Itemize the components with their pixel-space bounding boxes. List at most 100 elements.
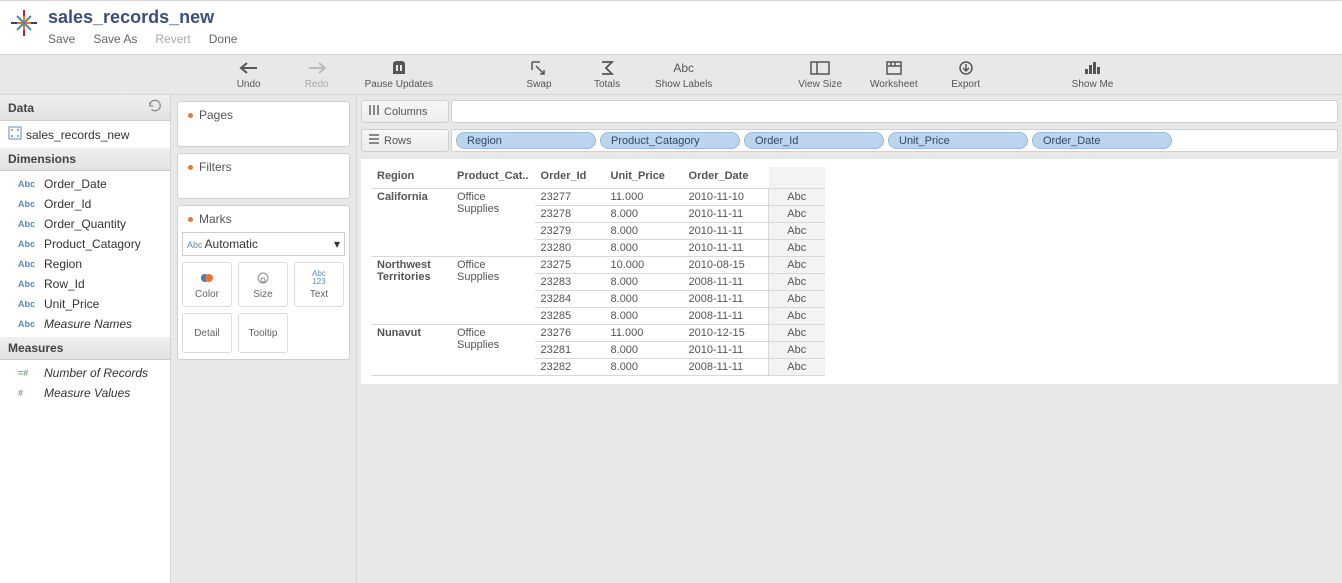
order-id-cell: 23282 <box>535 359 605 376</box>
rows-shelf[interactable]: RegionProduct_CatagoryOrder_IdUnit_Price… <box>451 129 1338 152</box>
cards-pane: Pages Filters Marks AbcAutomatic ▾ Color… <box>171 95 357 583</box>
order-id-cell: 23276 <box>535 325 605 342</box>
filters-shelf[interactable] <box>178 180 349 198</box>
columns-shelf-label: Columns <box>361 100 449 123</box>
order-date-cell: 2010-12-15 <box>683 325 769 342</box>
worksheet-icon <box>886 59 902 77</box>
pill-region[interactable]: Region <box>456 132 596 149</box>
totals-button[interactable]: Totals <box>587 59 627 90</box>
category-cell: Office Supplies <box>451 325 535 376</box>
dimensions-header: Dimensions <box>0 148 170 171</box>
marks-text[interactable]: Abc123Text <box>294 262 344 307</box>
pill-order_id[interactable]: Order_Id <box>744 132 884 149</box>
measure-number-of-records[interactable]: =#Number of Records <box>0 363 170 383</box>
region-cell: Nunavut <box>371 325 451 376</box>
totals-icon <box>600 59 614 77</box>
abc-cell: Abc <box>769 223 825 240</box>
marks-detail[interactable]: Detail <box>182 313 232 353</box>
show-labels-button[interactable]: AbcShow Labels <box>655 59 712 90</box>
undo-icon <box>239 59 259 77</box>
order-id-cell: 23283 <box>535 274 605 291</box>
bullet-icon <box>188 165 193 170</box>
unit-price-cell: 11.000 <box>605 189 683 206</box>
worksheet-button[interactable]: Worksheet <box>870 59 918 90</box>
order-id-cell: 23275 <box>535 257 605 274</box>
dimension-unit_price[interactable]: AbcUnit_Price <box>0 294 170 314</box>
menu-revert[interactable]: Revert <box>155 32 190 46</box>
marks-tooltip[interactable]: Tooltip <box>238 313 288 353</box>
order-date-cell: 2010-11-11 <box>683 223 769 240</box>
abc-cell: Abc <box>769 359 825 376</box>
dimension-measure-names[interactable]: AbcMeasure Names <box>0 314 170 334</box>
text-icon: Abc123 <box>312 270 326 286</box>
order-date-cell: 2010-11-11 <box>683 342 769 359</box>
dimension-row_id[interactable]: AbcRow_Id <box>0 274 170 294</box>
show-me-icon <box>1084 59 1102 77</box>
order-date-cell: 2008-11-11 <box>683 291 769 308</box>
dimension-order_date[interactable]: AbcOrder_Date <box>0 174 170 194</box>
abc-cell: Abc <box>769 189 825 206</box>
worksheet-area: Columns Rows RegionProduct_CatagoryOrder… <box>357 95 1342 583</box>
view-size-button[interactable]: View Size <box>798 59 842 90</box>
view-size-icon <box>810 59 830 77</box>
columns-icon <box>369 105 379 118</box>
unit-price-cell: 10.000 <box>605 257 683 274</box>
rows-icon <box>369 134 379 147</box>
swap-icon <box>530 59 548 77</box>
marks-size[interactable]: Size <box>238 262 288 307</box>
chevron-down-icon: ▾ <box>334 237 340 251</box>
columns-shelf[interactable] <box>451 100 1338 123</box>
rows-shelf-label: Rows <box>361 129 449 152</box>
measures-header: Measures <box>0 337 170 360</box>
region-cell: California <box>371 189 451 257</box>
abc-cell: Abc <box>769 342 825 359</box>
order-date-cell: 2010-11-11 <box>683 206 769 223</box>
pause-updates-button[interactable]: Pause Updates <box>365 59 433 90</box>
redo-button[interactable]: Redo <box>297 59 337 90</box>
export-button[interactable]: Export <box>946 59 986 90</box>
menu-save-as[interactable]: Save As <box>93 32 137 46</box>
tableau-logo-icon <box>10 9 38 40</box>
data-table: RegionProduct_Cat..Order_IdUnit_PriceOrd… <box>371 167 825 376</box>
dimension-region[interactable]: AbcRegion <box>0 254 170 274</box>
show-me-button[interactable]: Show Me <box>1072 59 1114 90</box>
pill-product_catagory[interactable]: Product_Catagory <box>600 132 740 149</box>
order-date-cell: 2010-08-15 <box>683 257 769 274</box>
measure-measure-values[interactable]: #Measure Values <box>0 383 170 403</box>
undo-button[interactable]: Undo <box>229 59 269 90</box>
marks-color[interactable]: Color <box>182 262 232 307</box>
pages-card: Pages <box>177 101 350 147</box>
region-cell: Northwest Territories <box>371 257 451 325</box>
datasource-item[interactable]: sales_records_new <box>0 121 170 148</box>
redo-icon <box>307 59 327 77</box>
abc-cell: Abc <box>769 325 825 342</box>
pill-unit_price[interactable]: Unit_Price <box>888 132 1028 149</box>
dimension-product_catagory[interactable]: AbcProduct_Catagory <box>0 234 170 254</box>
menu-save[interactable]: Save <box>48 32 75 46</box>
dimension-order_id[interactable]: AbcOrder_Id <box>0 194 170 214</box>
viz-canvas: RegionProduct_Cat..Order_IdUnit_PriceOrd… <box>361 159 1338 384</box>
order-id-cell: 23278 <box>535 206 605 223</box>
pages-shelf[interactable] <box>178 128 349 146</box>
dimension-order_quantity[interactable]: AbcOrder_Quantity <box>0 214 170 234</box>
order-id-cell: 23281 <box>535 342 605 359</box>
toolbar: Undo Redo Pause Updates Swap Totals AbcS… <box>0 54 1342 95</box>
mark-type-select[interactable]: AbcAutomatic ▾ <box>182 232 345 256</box>
refresh-icon[interactable] <box>148 99 162 116</box>
filters-card: Filters <box>177 153 350 199</box>
color-icon <box>200 270 214 286</box>
marks-card: Marks AbcAutomatic ▾ Color Size Abc123Te… <box>177 205 350 360</box>
order-id-cell: 23277 <box>535 189 605 206</box>
order-date-cell: 2010-11-11 <box>683 240 769 257</box>
unit-price-cell: 8.000 <box>605 291 683 308</box>
category-cell: Office Supplies <box>451 189 535 257</box>
menu-done[interactable]: Done <box>209 32 238 46</box>
abc-cell: Abc <box>769 257 825 274</box>
swap-button[interactable]: Swap <box>519 59 559 90</box>
labels-icon: Abc <box>673 59 694 77</box>
unit-price-cell: 8.000 <box>605 206 683 223</box>
pill-order_date[interactable]: Order_Date <box>1032 132 1172 149</box>
abc-cell: Abc <box>769 240 825 257</box>
bullet-icon <box>188 113 193 118</box>
unit-price-cell: 8.000 <box>605 274 683 291</box>
